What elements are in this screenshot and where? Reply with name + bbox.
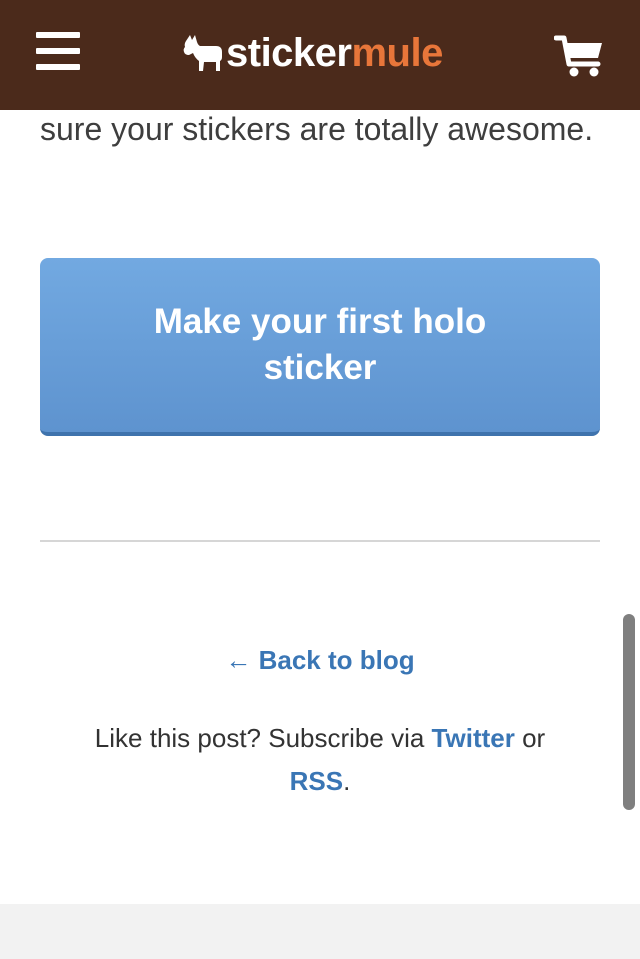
sticker-mule-logo[interactable]: sticker mule (178, 30, 443, 76)
page: sticker mule sure your stickers are total… (0, 0, 640, 959)
top-navigation-bar: sticker mule (0, 0, 640, 110)
section-divider (40, 540, 600, 542)
footer-strip (0, 904, 640, 959)
or-text: or (522, 723, 546, 753)
brand-name-sticker: sticker (226, 31, 352, 75)
left-arrow-icon: ← (225, 645, 252, 675)
rss-link[interactable]: RSS (290, 766, 343, 796)
hamburger-menu-icon[interactable] (36, 32, 82, 74)
mule-icon (183, 35, 222, 71)
subscribe-prefix: Like this post? Subscribe via (94, 723, 425, 753)
cart-icon[interactable] (553, 34, 606, 78)
subscribe-text: Like this post? Subscribe via Twitter or… (40, 717, 600, 803)
twitter-link[interactable]: Twitter (432, 723, 515, 753)
make-holo-sticker-button[interactable]: Make your first holo sticker (40, 258, 600, 436)
back-to-blog: ← Back to blog (0, 640, 640, 680)
period: . (343, 766, 351, 796)
cta-label: Make your first holo sticker (153, 302, 487, 387)
back-to-blog-label: Back to blog (258, 645, 415, 675)
brand-name-mule: mule (351, 31, 443, 75)
back-to-blog-link[interactable]: ← Back to blog (225, 645, 414, 675)
scrollbar-thumb[interactable] (623, 614, 635, 810)
